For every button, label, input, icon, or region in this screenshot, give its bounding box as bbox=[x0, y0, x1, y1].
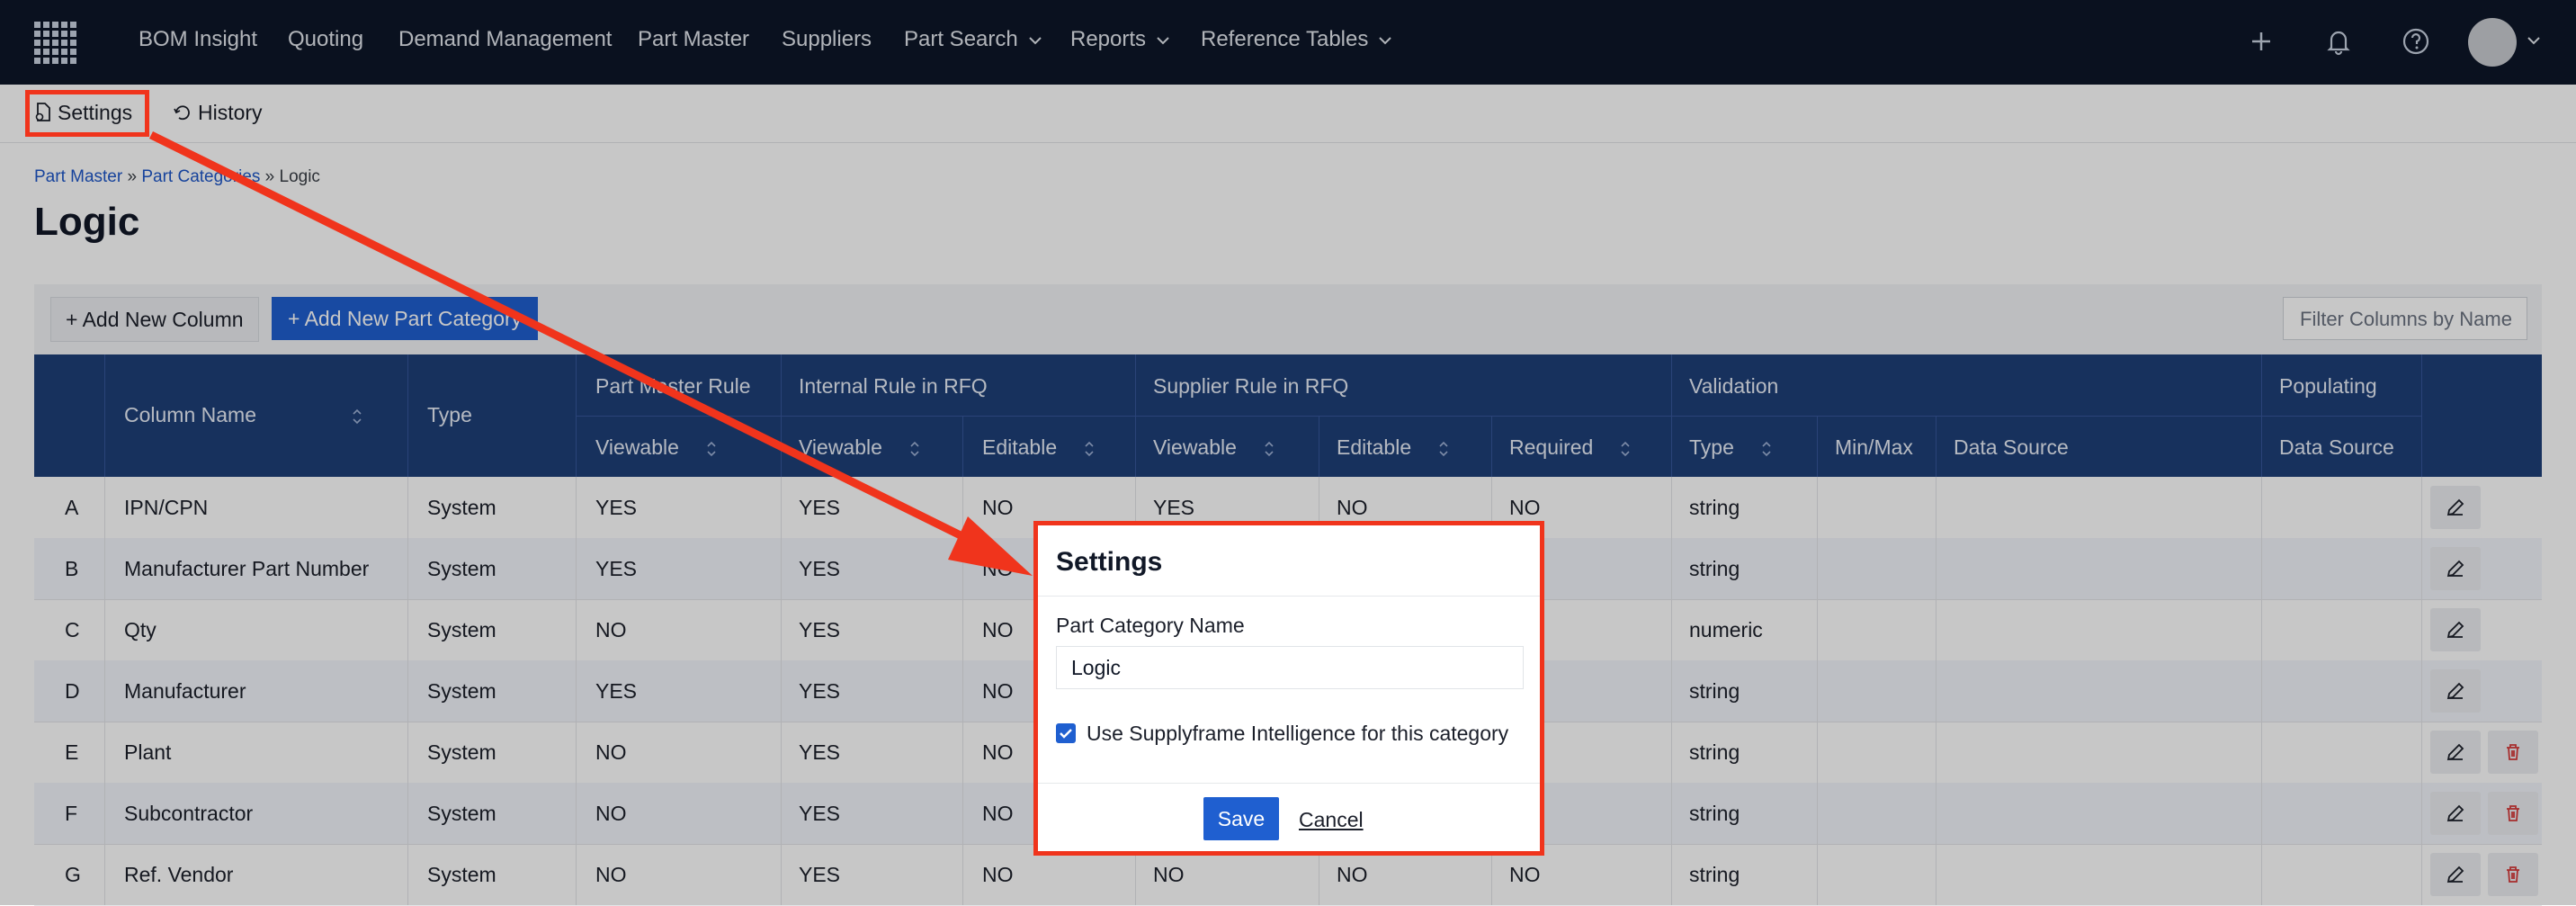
checkmark-icon bbox=[1060, 729, 1072, 739]
part-category-name-label: Part Category Name bbox=[1056, 614, 1245, 637]
modal-title: Settings bbox=[1056, 547, 1163, 577]
save-button[interactable]: Save bbox=[1203, 797, 1279, 840]
settings-modal: Settings Part Category Name Logic Use Su… bbox=[1033, 521, 1544, 856]
supplyframe-checkbox-label[interactable]: Use Supplyframe Intelligence for this ca… bbox=[1087, 722, 1508, 746]
part-category-name-input[interactable]: Logic bbox=[1056, 646, 1524, 689]
cancel-button[interactable]: Cancel bbox=[1299, 808, 1364, 832]
supplyframe-checkbox[interactable] bbox=[1056, 723, 1076, 743]
